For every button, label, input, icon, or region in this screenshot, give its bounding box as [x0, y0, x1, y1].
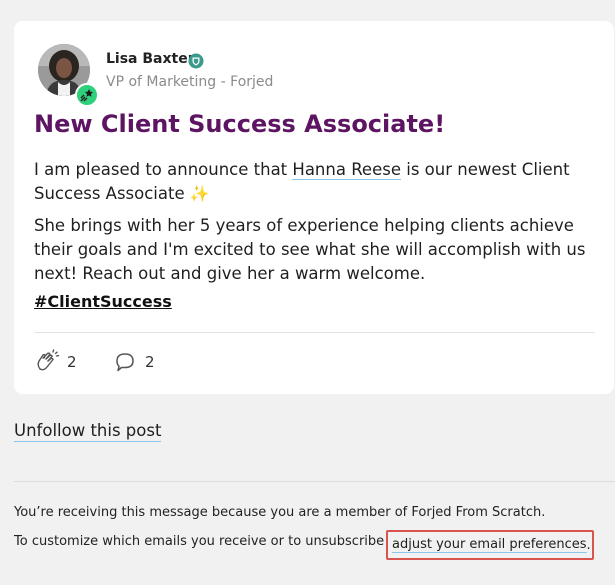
- post-paragraph-details: She brings with her 5 years of experienc…: [34, 216, 586, 283]
- author-title: VP of Marketing - Forjed: [106, 74, 274, 90]
- comment-icon[interactable]: [114, 351, 136, 373]
- shield-check-icon: [188, 53, 204, 69]
- footer-divider: [14, 481, 615, 482]
- author-name[interactable]: Lisa Baxter: [106, 51, 195, 67]
- email-preferences-link[interactable]: adjust your email preferences: [392, 537, 587, 553]
- preferences-period: .: [586, 537, 591, 553]
- email-page: Lisa Baxter VP of Marketing - Forjed New…: [0, 0, 615, 585]
- clap-count: 2: [67, 353, 77, 371]
- comment-count: 2: [145, 353, 155, 371]
- post-body: I am pleased to announce that Hanna Rees…: [34, 158, 594, 294]
- unfollow-post-link[interactable]: Unfollow this post: [14, 421, 162, 442]
- reactions-bar: 2 2: [34, 349, 234, 375]
- preferences-highlight: adjust your email preferences.: [386, 530, 594, 560]
- post-paragraph-announcement: I am pleased to announce that Hanna Rees…: [34, 158, 594, 206]
- post-title: New Client Success Associate!: [34, 110, 446, 138]
- mention-link[interactable]: Hanna Reese: [292, 160, 401, 180]
- divider: [34, 332, 595, 333]
- announcement-text-start: I am pleased to announce that: [34, 160, 293, 179]
- hashtag-link[interactable]: #ClientSuccess: [34, 292, 172, 311]
- shooting-star-icon: [75, 83, 99, 107]
- membership-notice: You’re receiving this message because yo…: [14, 505, 546, 520]
- post-card: Lisa Baxter VP of Marketing - Forjed New…: [14, 21, 614, 394]
- clap-icon[interactable]: [34, 349, 60, 375]
- customize-notice: To customize which emails you receive or…: [14, 534, 385, 549]
- sparkles-icon: ✨: [189, 184, 210, 203]
